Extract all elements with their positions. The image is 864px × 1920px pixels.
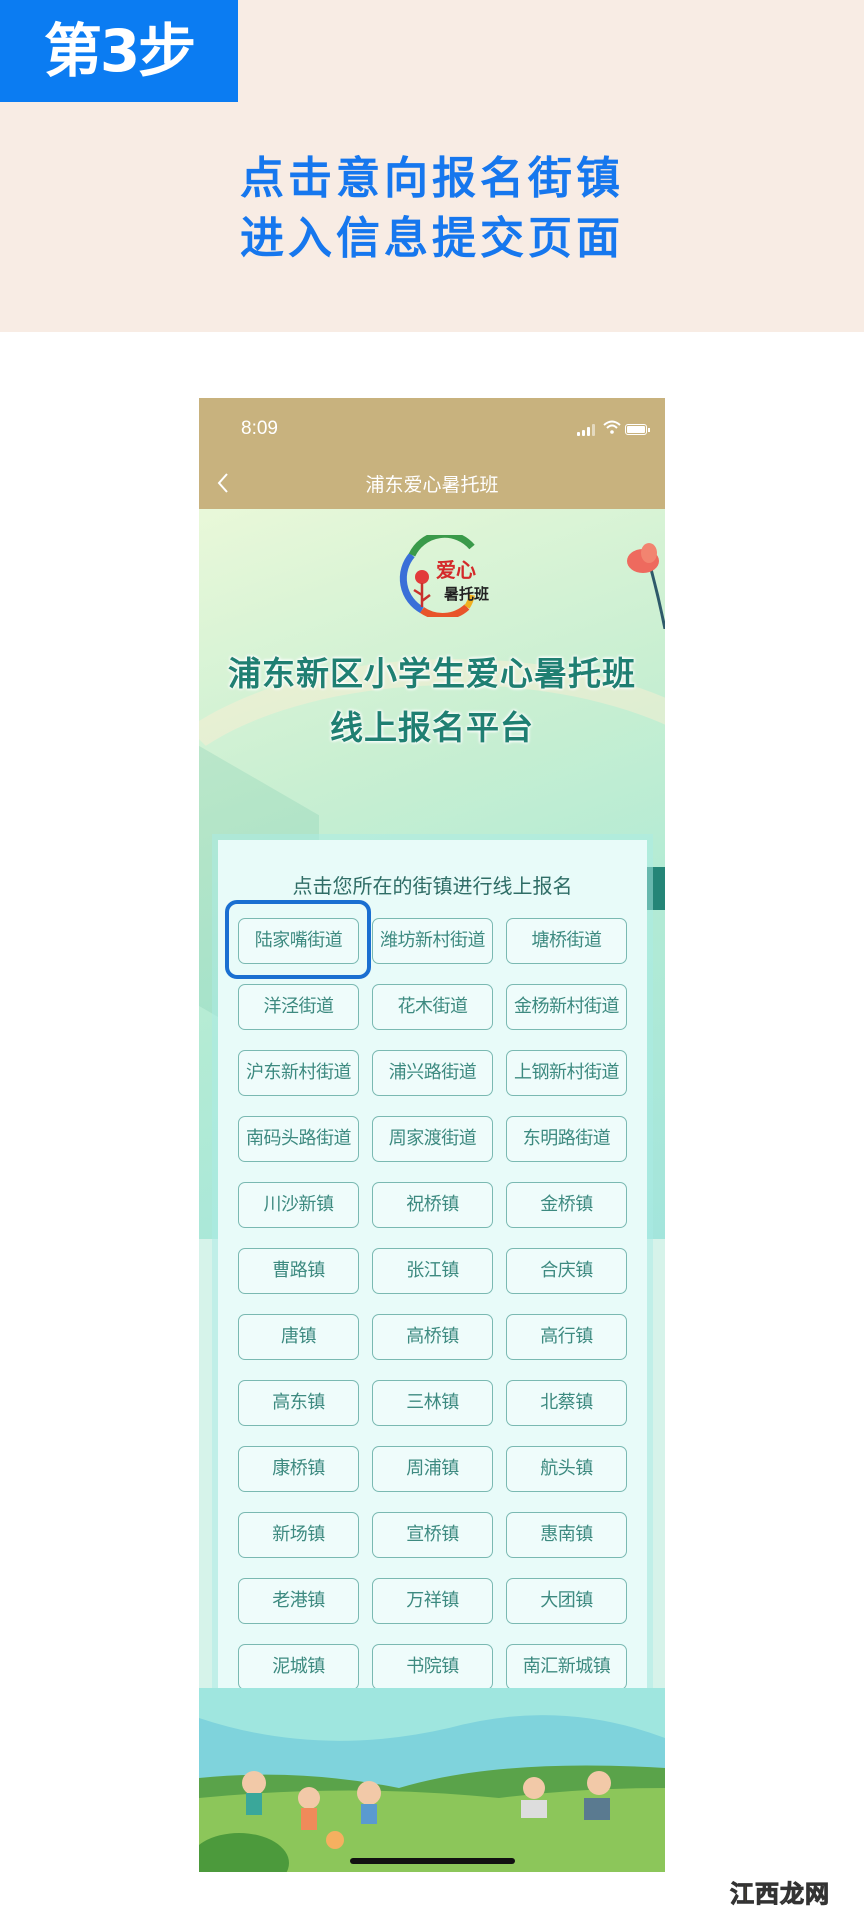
town-button[interactable]: 曹路镇 <box>238 1248 359 1294</box>
town-button[interactable]: 宣桥镇 <box>372 1512 493 1558</box>
town-button[interactable]: 南汇新城镇 <box>506 1644 627 1690</box>
town-button[interactable]: 大团镇 <box>506 1578 627 1624</box>
watermark: 江西龙网 <box>730 1880 830 1909</box>
town-button[interactable]: 高东镇 <box>238 1380 359 1426</box>
battery-icon <box>625 424 650 435</box>
town-button[interactable]: 洋泾街道 <box>238 984 359 1030</box>
town-button[interactable]: 惠南镇 <box>506 1512 627 1558</box>
wifi-icon <box>603 420 621 434</box>
highlight-box <box>225 900 371 979</box>
town-button[interactable]: 书院镇 <box>372 1644 493 1690</box>
town-button[interactable]: 周家渡街道 <box>372 1116 493 1162</box>
town-button[interactable]: 合庆镇 <box>506 1248 627 1294</box>
platform-title-line-1: 浦东新区小学生爱心暑托班 <box>228 654 636 693</box>
card-title: 点击您所在的街镇进行线上报名 <box>292 874 573 898</box>
town-button[interactable]: 上钢新村街道 <box>506 1050 627 1096</box>
town-button[interactable]: 高桥镇 <box>372 1314 493 1360</box>
town-button[interactable]: 康桥镇 <box>238 1446 359 1492</box>
children-landscape-illustration <box>199 1688 665 1872</box>
town-button[interactable]: 祝桥镇 <box>372 1182 493 1228</box>
town-button[interactable]: 张江镇 <box>372 1248 493 1294</box>
town-button[interactable]: 万祥镇 <box>372 1578 493 1624</box>
town-button[interactable]: 泥城镇 <box>238 1644 359 1690</box>
town-button[interactable]: 东明路街道 <box>506 1116 627 1162</box>
flower-illustration <box>627 543 665 629</box>
step-label: 第3步 <box>0 0 238 102</box>
town-button[interactable]: 周浦镇 <box>372 1446 493 1492</box>
town-grid: 陆家嘴街道 潍坊新村街道 塘桥街道 洋泾街道 花木街道 金杨新村街道 沪东新村街道 浦兴路街道… <box>238 918 627 1690</box>
summer-camp-logo: 爱心 暑托班 <box>399 535 489 617</box>
town-button[interactable]: 南码头路街道 <box>238 1116 359 1162</box>
town-button[interactable]: 川沙新镇 <box>238 1182 359 1228</box>
town-button[interactable]: 浦兴路街道 <box>372 1050 493 1096</box>
town-button[interactable]: 潍坊新村街道 <box>372 918 493 964</box>
platform-title-line-2: 线上报名平台 <box>330 708 534 747</box>
instruction-line-2: 进入信息提交页面 <box>240 213 624 264</box>
home-indicator <box>350 1858 515 1864</box>
town-button[interactable]: 金杨新村街道 <box>506 984 627 1030</box>
logo-text-2: 暑托班 <box>444 585 489 603</box>
town-button[interactable]: 高行镇 <box>506 1314 627 1360</box>
town-button[interactable]: 航头镇 <box>506 1446 627 1492</box>
instruction-line-1: 点击意向报名街镇 <box>240 153 624 204</box>
signal-icon <box>577 424 597 436</box>
instruction-banner: 第3步 点击意向报名街镇 进入信息提交页面 <box>0 0 864 332</box>
town-button[interactable]: 塘桥街道 <box>506 918 627 964</box>
phone-screenshot: 8:09 浦东爱心暑托班 爱心 暑托班 浦东新区小学生爱心暑托班 线上报名平台 … <box>199 398 665 1872</box>
town-button[interactable]: 北蔡镇 <box>506 1380 627 1426</box>
town-button[interactable]: 花木街道 <box>372 984 493 1030</box>
status-time: 8:09 <box>241 418 278 439</box>
town-button[interactable]: 唐镇 <box>238 1314 359 1360</box>
page-title: 浦东爱心暑托班 <box>365 474 499 496</box>
town-button[interactable]: 三林镇 <box>372 1380 493 1426</box>
logo-text-1: 爱心 <box>436 558 476 582</box>
town-button[interactable]: 沪东新村街道 <box>238 1050 359 1096</box>
town-button[interactable]: 新场镇 <box>238 1512 359 1558</box>
town-button[interactable]: 金桥镇 <box>506 1182 627 1228</box>
app-header: 8:09 浦东爱心暑托班 <box>199 398 665 509</box>
town-button[interactable]: 老港镇 <box>238 1578 359 1624</box>
